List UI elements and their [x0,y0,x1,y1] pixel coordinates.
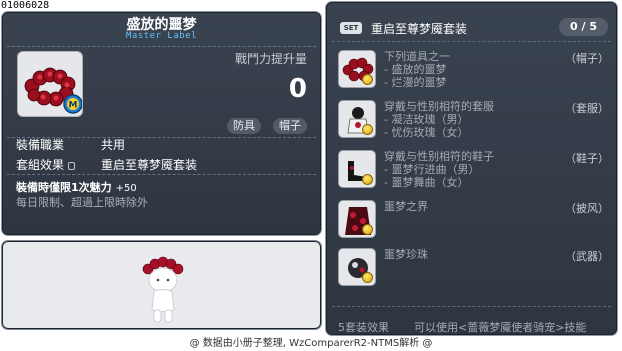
power-label: 戰鬥力提升量 [234,52,307,66]
set-label: 套組效果 [16,158,65,172]
set-effects-panel: SET 重启至尊梦魇套装 0 / 5 下列道具之一 - 盛放的噩梦 - 烂漫的噩… [325,1,618,336]
coin-icon [362,224,373,235]
set-item-category: （帽子） [565,52,609,65]
divider [7,174,316,175]
set-item-shoes: 穿戴与性别相符的鞋子 - 噩梦行进曲（男） - 噩梦舞曲（女） （鞋子） [338,150,609,190]
avatar-preview [1,240,322,330]
set-value: 重启至尊梦魇套装 [101,158,198,172]
set-item-lines: 噩梦珍珠 [384,248,428,261]
tag-hat: 帽子 [273,118,307,134]
set-item-suit: 穿戴与性别相符的套服 - 凝洁玫瑰（男） - 忧伤玫瑰（女） （套服） [338,100,609,140]
credit-text: @ 数据由小册子整理, WzComparerR2-NTMS解析 @ [189,338,433,349]
svg-text:M: M [69,101,78,111]
set-row: 套組效果 重启至尊梦魇套装 [16,156,197,173]
set-footer: 5套装效果 可以使用<蔷薇梦魇使者骑宠>技能 [338,319,586,335]
divider [7,46,316,47]
charm-bonus-label: 裝備時僅限1次魅力 [16,181,112,194]
set-item-lines: 穿戴与性别相符的套服 - 凝洁玫瑰（男） - 忧伤玫瑰（女） [384,100,494,139]
set-item-cape: 噩梦之界 （披风） [338,200,609,240]
avatar-figure [142,256,184,323]
power-value: 0 [288,74,307,104]
rose-wreath-hat-icon: M [17,51,83,117]
coin-icon [362,272,373,283]
job-row: 裝備職業 共用 [16,136,125,153]
master-label: Master Label [125,31,198,41]
divider [332,41,611,42]
set-item-category: （鞋子） [565,152,609,165]
set-footer-desc: 可以使用<蔷薇梦魇使者骑宠>技能 [414,321,587,334]
lock-icon [68,162,76,170]
coin-icon [362,124,373,135]
suit-outfit-icon [338,100,376,138]
set-item-category: （套服） [565,102,609,115]
set-count-badge: 0 / 5 [559,18,608,36]
rose-wreath-hat-icon [338,50,376,88]
shoes-icon [338,150,376,188]
set-item-category: （披风） [565,202,609,215]
set-badge: SET [340,22,362,34]
set-item-lines: 下列道具之一 - 盛放的噩梦 - 烂漫的噩梦 [384,50,450,89]
charm-bonus-value: +50 [115,183,137,194]
job-label: 裝備職業 [16,138,65,152]
coin-icon [362,174,373,185]
cape-icon [338,200,376,238]
set-footer-label: 5套装效果 [338,321,389,334]
job-value: 共用 [101,138,126,152]
item-tooltip: 盛放的噩梦 Master Label M 戰鬥力提升量 0 防具 帽子 裝備職業… [1,11,322,236]
set-item-hat: 下列道具之一 - 盛放的噩梦 - 烂漫的噩梦 （帽子） [338,50,609,90]
set-item-category: （武器） [565,250,609,263]
limit-text: 每日限制、超過上限時除外 [16,196,148,209]
tag-armor: 防具 [227,118,261,134]
set-title: 重启至尊梦魇套装 [371,22,468,36]
coin-icon [362,74,373,85]
set-item-lines: 穿戴与性别相符的鞋子 - 噩梦行进曲（男） - 噩梦舞曲（女） [384,150,494,189]
item-id: 01006028 [1,0,50,11]
set-item-lines: 噩梦之界 [384,200,428,213]
orb-weapon-icon [338,248,376,286]
charm-bonus: 裝備時僅限1次魅力 +50 [16,179,137,195]
set-item-weapon: 噩梦珍珠 （武器） [338,248,609,288]
divider [332,306,611,307]
